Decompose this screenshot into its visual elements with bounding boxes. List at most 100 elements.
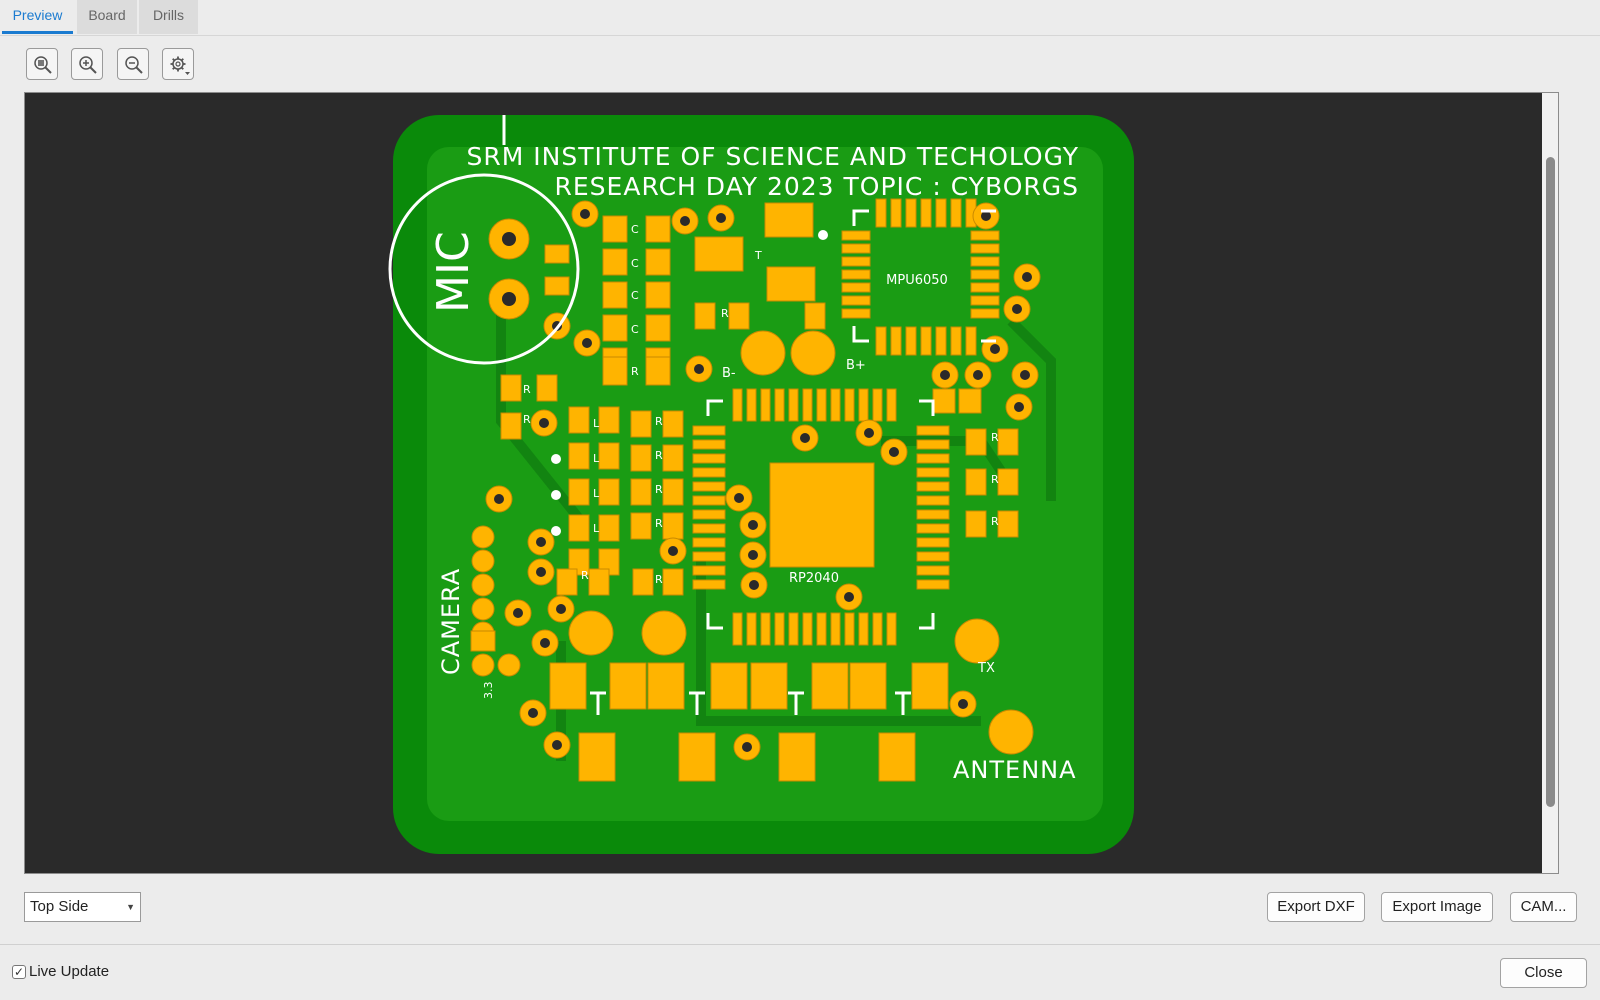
smd-pad bbox=[568, 406, 590, 434]
via-pad bbox=[733, 733, 761, 761]
smd-pad bbox=[578, 732, 616, 782]
rp2040-pin bbox=[732, 388, 743, 422]
via-pad bbox=[740, 571, 768, 599]
silk-ref-label: R bbox=[655, 483, 663, 496]
live-update-label: Live Update bbox=[29, 963, 110, 980]
mic-pin bbox=[488, 218, 530, 260]
pcb-preview-viewport[interactable]: SRM INSTITUTE OF SCIENCE AND TECHOLOGY R… bbox=[24, 92, 1559, 874]
mpu-pin bbox=[970, 308, 1000, 319]
smd-pad bbox=[662, 478, 684, 506]
mpu-label: MPU6050 bbox=[886, 273, 948, 288]
via-pad bbox=[949, 690, 977, 718]
vertical-scrollbar-thumb[interactable] bbox=[1546, 157, 1555, 807]
silk-ref-label: L bbox=[593, 417, 600, 430]
smd-pad bbox=[694, 302, 716, 330]
smd-pad bbox=[602, 215, 628, 243]
tab-bar: Preview Board Drills bbox=[0, 0, 1600, 36]
via-pad bbox=[519, 699, 547, 727]
smd-pad bbox=[568, 442, 590, 470]
via-pad bbox=[485, 485, 513, 513]
rp2040-pin bbox=[844, 388, 855, 422]
vertical-scrollbar[interactable] bbox=[1542, 93, 1558, 873]
tab-drills[interactable]: Drills bbox=[139, 0, 198, 34]
silk-dot bbox=[551, 454, 561, 464]
smd-pad bbox=[645, 281, 671, 309]
mpu-pin bbox=[841, 243, 871, 254]
rp2040-pin bbox=[692, 439, 726, 450]
via-pad bbox=[855, 419, 883, 447]
zoom-fit-button[interactable] bbox=[26, 48, 58, 80]
mic-pin bbox=[488, 278, 530, 320]
smd-pad bbox=[811, 662, 849, 710]
rp2040-pin bbox=[916, 509, 950, 520]
rp2040-pin bbox=[916, 495, 950, 506]
smd-pad bbox=[911, 662, 949, 710]
rp2040-pin bbox=[916, 565, 950, 576]
rp2040-pin bbox=[692, 579, 726, 590]
mpu-pin bbox=[935, 326, 947, 356]
rp2040-pin bbox=[788, 388, 799, 422]
smd-pad bbox=[750, 662, 788, 710]
via-pad bbox=[739, 541, 767, 569]
via-pad bbox=[880, 438, 908, 466]
rp2040-pin bbox=[886, 612, 897, 646]
silk-ref-label: R bbox=[523, 383, 531, 396]
close-button[interactable]: Close bbox=[1500, 958, 1587, 988]
silk-ref-label: R bbox=[991, 431, 999, 444]
rp2040-pin bbox=[692, 425, 726, 436]
live-update-checkbox[interactable]: ✓ bbox=[12, 965, 26, 979]
tab-board[interactable]: Board bbox=[77, 0, 137, 34]
via-pad bbox=[659, 537, 687, 565]
smd-pad bbox=[678, 732, 716, 782]
rp2040-pin bbox=[692, 565, 726, 576]
smd-pad bbox=[958, 388, 982, 414]
v33-label: 3.3 bbox=[482, 682, 495, 700]
rp2040-pin bbox=[916, 481, 950, 492]
smd-pad bbox=[766, 266, 816, 302]
smd-pad bbox=[602, 314, 628, 342]
rp2040-pin bbox=[916, 439, 950, 450]
export-dxf-button[interactable]: Export DXF bbox=[1267, 892, 1365, 922]
via-pad bbox=[527, 528, 555, 556]
zoom-out-button[interactable] bbox=[117, 48, 149, 80]
rp2040-pin bbox=[746, 388, 757, 422]
mpu-pin bbox=[905, 326, 917, 356]
side-select[interactable]: Top Side ▼ bbox=[24, 892, 141, 922]
rp2040-pin bbox=[872, 388, 883, 422]
tab-preview[interactable]: Preview bbox=[2, 0, 73, 34]
mpu-pin bbox=[841, 295, 871, 306]
smd-pad bbox=[965, 468, 987, 496]
rp2040-pin bbox=[830, 388, 841, 422]
rp2040-pin bbox=[916, 467, 950, 478]
zoom-out-icon bbox=[125, 56, 143, 74]
mpu-pin bbox=[890, 326, 902, 356]
silk-ref-label: L bbox=[593, 522, 600, 535]
smd-pad bbox=[849, 662, 887, 710]
export-image-button[interactable]: Export Image bbox=[1381, 892, 1493, 922]
silk-ref-label: R bbox=[655, 449, 663, 462]
settings-button[interactable] bbox=[162, 48, 194, 80]
smd-pad bbox=[536, 374, 558, 402]
via-pad bbox=[543, 731, 571, 759]
via-pad bbox=[671, 207, 699, 235]
rp2040-pin bbox=[916, 579, 950, 590]
via-pad bbox=[739, 511, 767, 539]
via-pad bbox=[835, 583, 863, 611]
cam-button[interactable]: CAM... bbox=[1510, 892, 1577, 922]
b-minus-label: B- bbox=[722, 366, 736, 381]
smd-pad bbox=[556, 568, 578, 596]
smd-pad bbox=[804, 302, 826, 330]
mpu-pin bbox=[950, 326, 962, 356]
smd-pad bbox=[997, 428, 1019, 456]
via-pad bbox=[1003, 295, 1031, 323]
zoom-in-button[interactable] bbox=[71, 48, 103, 80]
rp2040-pin bbox=[802, 612, 813, 646]
smd-pad bbox=[602, 281, 628, 309]
header-pin bbox=[470, 630, 496, 652]
rp2040-pin bbox=[692, 467, 726, 478]
smd-pad bbox=[602, 356, 628, 386]
rp2040-pin bbox=[802, 388, 813, 422]
rp2040-label: RP2040 bbox=[789, 571, 839, 586]
side-select-value: Top Side bbox=[30, 898, 89, 915]
silk-ref-label: T bbox=[754, 249, 762, 262]
